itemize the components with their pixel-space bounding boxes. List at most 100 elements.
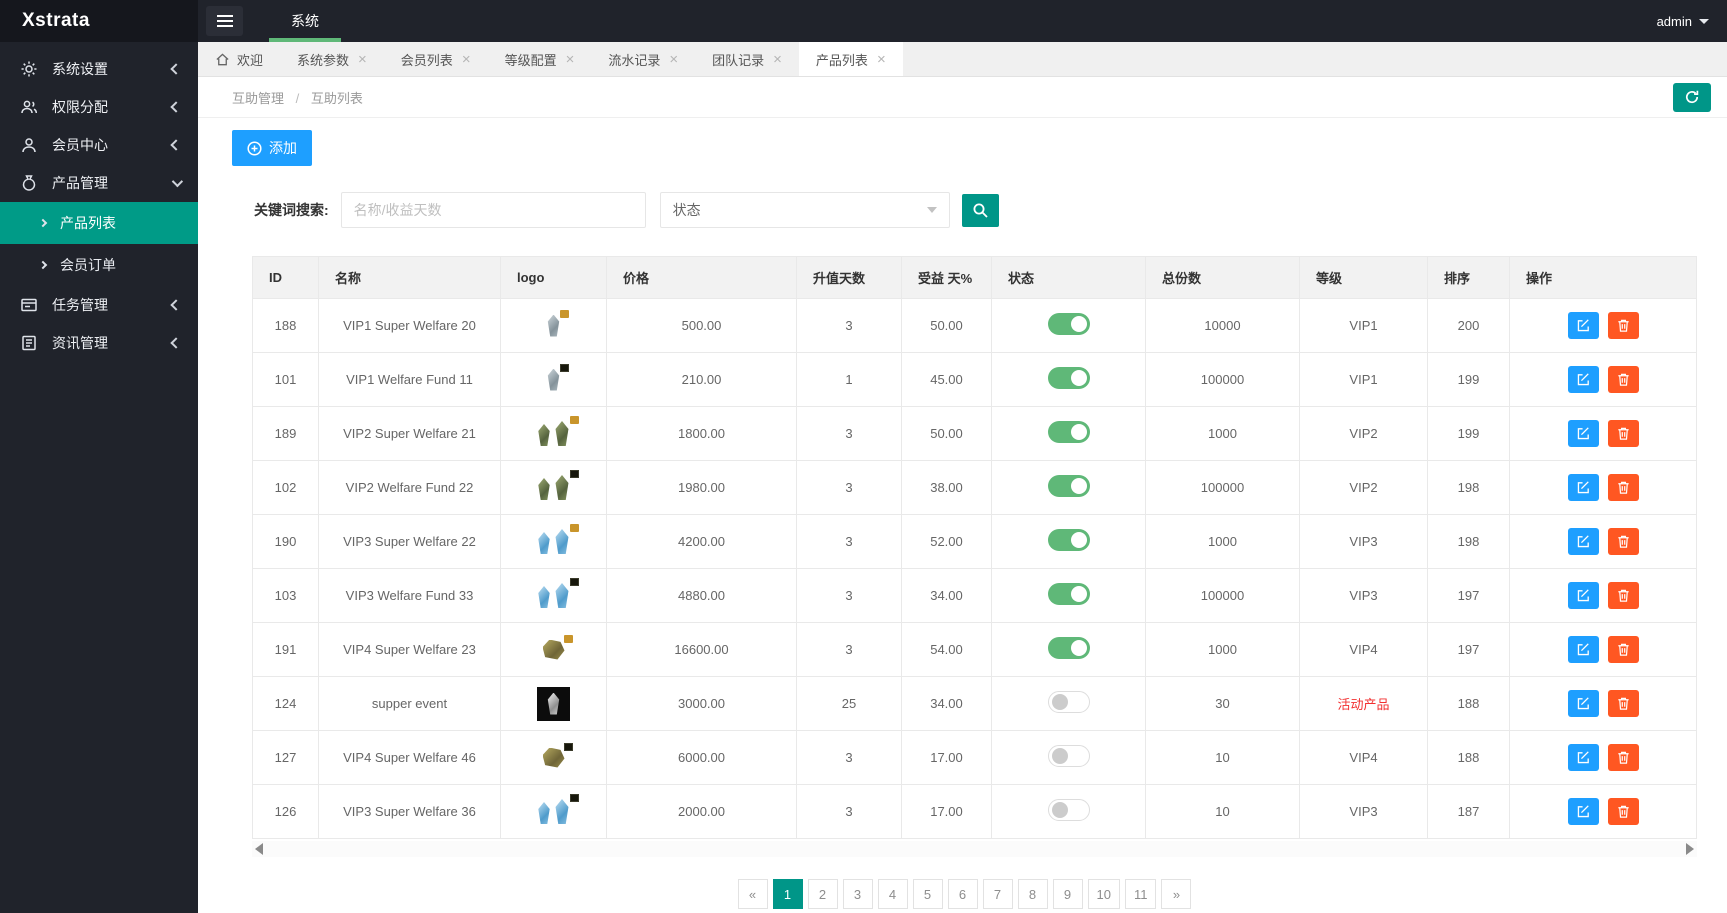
- status-toggle[interactable]: [1047, 475, 1090, 497]
- edit-button[interactable]: [1567, 690, 1599, 717]
- page-button[interactable]: 8: [1017, 879, 1048, 909]
- tab-close-icon[interactable]: ×: [462, 52, 471, 67]
- sidebar-item-members[interactable]: 会员中心: [0, 126, 198, 164]
- add-button[interactable]: 添加: [232, 130, 312, 166]
- edit-button[interactable]: [1567, 744, 1599, 771]
- page-button[interactable]: 11: [1124, 879, 1157, 909]
- keyword-input[interactable]: [340, 192, 646, 228]
- status-toggle[interactable]: [1047, 529, 1090, 551]
- delete-button[interactable]: [1607, 582, 1639, 609]
- edit-button[interactable]: [1567, 528, 1599, 555]
- product-logo: [537, 794, 579, 824]
- sidebar-item-permissions[interactable]: 权限分配: [0, 88, 198, 126]
- page-button[interactable]: 10: [1087, 879, 1120, 909]
- edit-button[interactable]: [1567, 474, 1599, 501]
- cell-actions: [1509, 676, 1697, 731]
- delete-button[interactable]: [1607, 528, 1639, 555]
- active-module-underline: [269, 38, 341, 42]
- hamburger-menu-button[interactable]: [206, 6, 243, 36]
- sidebar-item-member-orders[interactable]: 会员订单: [0, 244, 198, 286]
- edit-button[interactable]: [1567, 582, 1599, 609]
- sidebar-item-products[interactable]: 产品管理: [0, 164, 198, 202]
- cell-sort: 187: [1427, 784, 1510, 839]
- column-header: 等级: [1299, 256, 1428, 299]
- delete-button[interactable]: [1607, 798, 1639, 825]
- tab-close-icon[interactable]: ×: [877, 52, 886, 67]
- status-toggle[interactable]: [1047, 745, 1090, 767]
- cell-status: [991, 298, 1146, 353]
- status-toggle[interactable]: [1047, 421, 1090, 443]
- table-row: 126 VIP3 Super Welfare 36 2000.00 3 17.0…: [252, 784, 1697, 839]
- users-icon: [21, 100, 38, 114]
- page-button[interactable]: 7: [982, 879, 1013, 909]
- sidebar-item-tasks[interactable]: 任务管理: [0, 286, 198, 324]
- page-button[interactable]: 4: [877, 879, 908, 909]
- gem-white-icon: [547, 692, 560, 715]
- table-row: 102 VIP2 Welfare Fund 22 1980.00 3 38.00…: [252, 460, 1697, 515]
- edit-button[interactable]: [1567, 312, 1599, 339]
- delete-button[interactable]: [1607, 690, 1639, 717]
- tab[interactable]: 等级配置 ×: [488, 42, 592, 76]
- status-toggle[interactable]: [1047, 313, 1090, 335]
- tab-close-icon[interactable]: ×: [566, 52, 575, 67]
- edit-button[interactable]: [1567, 798, 1599, 825]
- tab-close-icon[interactable]: ×: [358, 52, 367, 67]
- module-tab-system[interactable]: 系统: [261, 0, 349, 42]
- tab[interactable]: 欢迎: [198, 42, 280, 76]
- tab-close-icon[interactable]: ×: [669, 52, 678, 67]
- delete-button[interactable]: [1607, 474, 1639, 501]
- page-button[interactable]: 6: [947, 879, 978, 909]
- tab-close-icon[interactable]: ×: [773, 52, 782, 67]
- edit-button[interactable]: [1567, 420, 1599, 447]
- page-button[interactable]: 1: [772, 879, 803, 909]
- bag-icon: [22, 175, 36, 191]
- refresh-button[interactable]: [1673, 82, 1711, 112]
- search-button[interactable]: [961, 193, 999, 227]
- plus-circle-icon: [247, 140, 262, 156]
- page-button[interactable]: 3: [842, 879, 873, 909]
- cell-id: 124: [252, 676, 319, 731]
- tab[interactable]: 会员列表 ×: [384, 42, 488, 76]
- tab[interactable]: 系统参数 ×: [280, 42, 384, 76]
- tab[interactable]: 产品列表 ×: [798, 42, 903, 76]
- status-toggle[interactable]: [1047, 691, 1090, 713]
- status-toggle[interactable]: [1047, 799, 1090, 821]
- cell-name: VIP2 Super Welfare 21: [318, 406, 501, 461]
- delete-button[interactable]: [1607, 312, 1639, 339]
- status-select[interactable]: 状态: [659, 192, 950, 228]
- scroll-right-icon[interactable]: [1686, 843, 1694, 855]
- tab[interactable]: 流水记录 ×: [591, 42, 695, 76]
- status-toggle[interactable]: [1047, 583, 1090, 605]
- page-button[interactable]: »: [1161, 879, 1192, 909]
- gem-silver-icon: [547, 368, 560, 391]
- user-menu[interactable]: admin: [1657, 14, 1709, 29]
- scroll-left-icon[interactable]: [255, 843, 263, 855]
- horizontal-scrollbar[interactable]: [252, 841, 1697, 857]
- cell-id: 127: [252, 730, 319, 785]
- edit-button[interactable]: [1567, 636, 1599, 663]
- home-icon: [216, 52, 229, 65]
- cell-sort: 188: [1427, 730, 1510, 785]
- cell-status: [991, 622, 1146, 677]
- sidebar-item-news[interactable]: 资讯管理: [0, 324, 198, 362]
- breadcrumb-parent[interactable]: 互助管理: [232, 91, 284, 106]
- cell-appreciation-days: 3: [796, 460, 902, 515]
- sidebar-item-system-settings[interactable]: 系统设置: [0, 50, 198, 88]
- status-toggle[interactable]: [1047, 637, 1090, 659]
- delete-button[interactable]: [1607, 744, 1639, 771]
- edit-button[interactable]: [1567, 366, 1599, 393]
- column-header: 名称: [318, 256, 501, 299]
- row-actions: [1510, 744, 1696, 771]
- status-toggle[interactable]: [1047, 367, 1090, 389]
- tab[interactable]: 团队记录 ×: [695, 42, 799, 76]
- page-button[interactable]: «: [737, 879, 768, 909]
- page-button[interactable]: 9: [1052, 879, 1083, 909]
- page-button[interactable]: 5: [912, 879, 943, 909]
- delete-button[interactable]: [1607, 366, 1639, 393]
- delete-button[interactable]: [1607, 636, 1639, 663]
- page-button[interactable]: 2: [807, 879, 838, 909]
- table-header-row: ID 名称 logo 价格 升值天数 受益 天% 状态 总份数 等级 排序 操作: [252, 256, 1697, 299]
- delete-button[interactable]: [1607, 420, 1639, 447]
- sidebar-item-product-list[interactable]: 产品列表: [0, 202, 198, 244]
- row-actions: [1510, 636, 1696, 663]
